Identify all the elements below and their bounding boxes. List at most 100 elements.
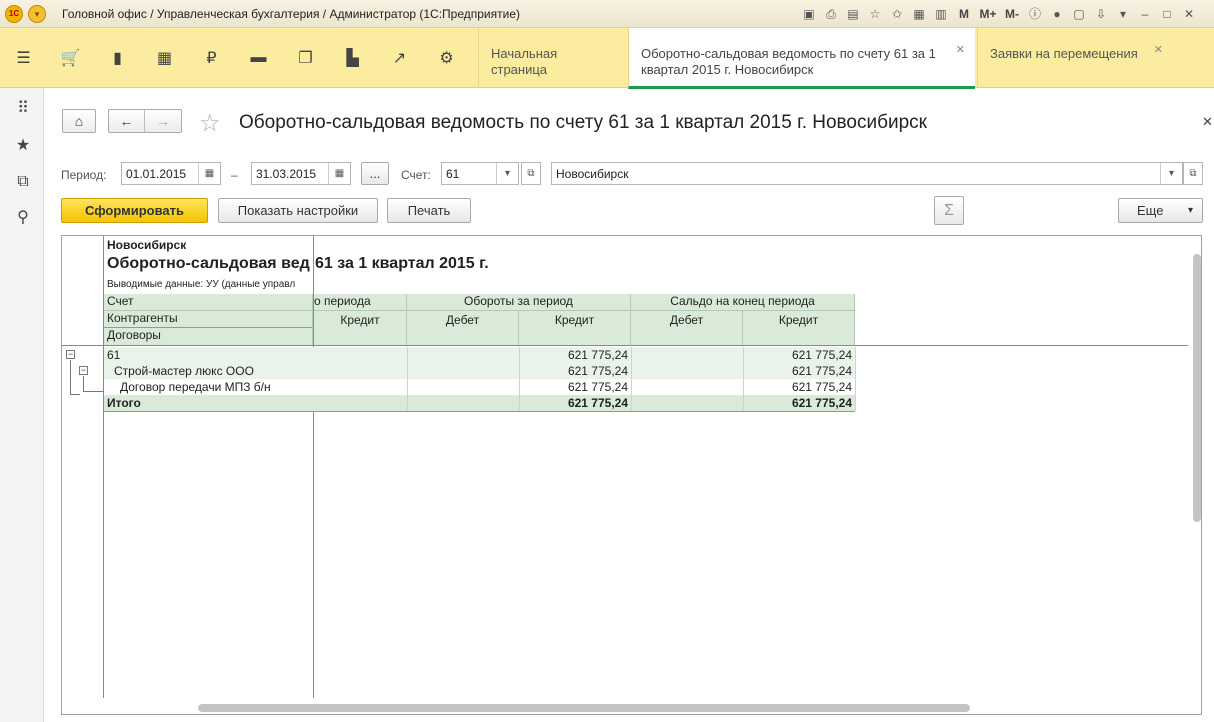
open-account-icon[interactable]: ⧉: [521, 162, 541, 185]
account-value: 61: [446, 167, 460, 181]
organization-value: Новосибирск: [556, 167, 629, 181]
chevron-down-icon[interactable]: ▾: [496, 163, 518, 184]
period-to-input[interactable]: 31.03.2015 ▦: [251, 162, 351, 185]
report-title-right: 61 за 1 квартал 2015 г.: [315, 255, 489, 272]
chevron-down-icon[interactable]: ▾: [1160, 163, 1182, 184]
trend-icon[interactable]: ↗: [376, 33, 423, 83]
1c-logo-icon[interactable]: 1С: [5, 5, 23, 23]
memory-icon[interactable]: M: [954, 5, 974, 23]
header-turnover-credit: Кредит: [519, 311, 631, 346]
account-label: Счет:: [401, 168, 431, 182]
horizontal-scroll-thumb[interactable]: [198, 704, 970, 712]
favorites-icon[interactable]: ✩: [888, 5, 906, 23]
apps-grid-icon[interactable]: ⠿: [12, 98, 34, 120]
ruble-icon[interactable]: ₽: [188, 33, 235, 83]
row-contractor-end-credit[interactable]: 621 775,24: [743, 364, 855, 378]
sections-panel: ☰ 🛒 ▮ ▦ ₽ ▬ ❐ ▙ ↗ ⚙: [0, 28, 478, 88]
close-form-icon[interactable]: ✕: [1202, 114, 1213, 130]
row-contractor-turnover-credit[interactable]: 621 775,24: [519, 364, 631, 378]
documents-icon[interactable]: ❐: [282, 33, 329, 83]
tab-turnover-report[interactable]: Оборотно-сальдовая ведомость по счету 61…: [628, 28, 975, 89]
favorite-star-icon[interactable]: ☆: [199, 109, 221, 138]
tree-line: [70, 394, 80, 395]
maximize-icon[interactable]: □: [1158, 5, 1176, 23]
vertical-scroll-thumb[interactable]: [1193, 254, 1201, 522]
show-settings-button[interactable]: Показать настройки: [218, 198, 378, 223]
open-organization-icon[interactable]: ⧉: [1183, 162, 1203, 185]
search-icon[interactable]: ⚲: [12, 207, 34, 229]
row-account-turnover-credit[interactable]: 621 775,24: [519, 348, 631, 362]
save-icon[interactable]: ▣: [800, 5, 818, 23]
menu-icon[interactable]: ☰: [0, 33, 47, 83]
tab-label: Заявки на перемещения: [990, 46, 1138, 61]
print-icon[interactable]: ⎙: [822, 5, 840, 23]
period-from-input[interactable]: 01.01.2015 ▦: [121, 162, 221, 185]
calendar-icon[interactable]: ▥: [932, 5, 950, 23]
memory-subtract-icon[interactable]: M-: [1002, 5, 1022, 23]
row-account-label[interactable]: 61: [107, 348, 120, 362]
header-end-credit: Кредит: [743, 311, 855, 346]
organization-input[interactable]: Новосибирск ▾: [551, 162, 1183, 185]
header-end-balance: Сальдо на конец периода: [631, 294, 855, 311]
collapse-group-icon[interactable]: −: [79, 366, 88, 375]
period-from-value: 01.01.2015: [126, 167, 187, 181]
back-arrow-icon[interactable]: ←: [109, 110, 145, 132]
preview-icon[interactable]: ▤: [844, 5, 862, 23]
tree-line: [70, 360, 71, 394]
print-button[interactable]: Печать: [387, 198, 471, 223]
report-org: Новосибирск: [107, 238, 187, 252]
row-contract-turnover-credit[interactable]: 621 775,24: [519, 380, 631, 394]
truck-icon[interactable]: ▬: [235, 33, 282, 83]
grid-line: [631, 347, 632, 411]
close-tab-icon[interactable]: ✕: [956, 42, 965, 58]
calculator-icon[interactable]: ▦: [910, 5, 928, 23]
frozen-rows-separator: [62, 345, 1188, 346]
calendar-icon[interactable]: ▦: [198, 163, 220, 184]
favorites-star-icon[interactable]: ★: [12, 135, 34, 157]
home-button[interactable]: ⌂: [62, 109, 96, 133]
report-spreadsheet[interactable]: Новосибирск Оборотно-сальдовая вед 61 за…: [61, 235, 1202, 715]
add-favorite-icon[interactable]: ☆: [866, 5, 884, 23]
period-select-button[interactable]: ...: [361, 162, 389, 185]
calendar-icon[interactable]: ▦: [328, 163, 350, 184]
more-dropdown-icon[interactable]: ▾: [1114, 5, 1132, 23]
row-total-turnover-credit[interactable]: 621 775,24: [519, 396, 631, 410]
generate-button[interactable]: Сформировать: [61, 198, 208, 223]
cart-icon[interactable]: 🛒: [47, 33, 94, 83]
collapse-group-icon[interactable]: −: [66, 350, 75, 359]
header-contractors: Контрагенты: [104, 311, 313, 328]
vertical-scrollbar[interactable]: [1190, 236, 1201, 698]
row-contract-label[interactable]: Договор передачи МПЗ б/н: [120, 380, 271, 394]
tab-home[interactable]: Начальная страница: [478, 28, 628, 88]
close-tab-icon[interactable]: ✕: [1154, 42, 1163, 58]
record-icon[interactable]: ●: [1048, 5, 1066, 23]
row-total-label[interactable]: Итого: [107, 396, 141, 410]
more-button[interactable]: Еще ▾: [1118, 198, 1203, 223]
info-icon[interactable]: ⓘ: [1026, 5, 1044, 23]
main-menu-dropdown-icon[interactable]: ▾: [28, 5, 46, 23]
minimize-icon[interactable]: –: [1136, 5, 1154, 23]
left-panel: ⠿ ★ ⧉ ⚲: [0, 88, 44, 722]
close-window-icon[interactable]: ✕: [1180, 5, 1198, 23]
window-layout-icon[interactable]: ▢: [1070, 5, 1088, 23]
row-contractor-label[interactable]: Строй-мастер люкс ООО: [114, 364, 254, 378]
row-contract-end-credit[interactable]: 621 775,24: [743, 380, 855, 394]
bag-icon[interactable]: ▮: [94, 33, 141, 83]
memory-add-icon[interactable]: M+: [978, 5, 998, 23]
horizontal-scrollbar[interactable]: [62, 698, 1190, 714]
bar-chart-icon[interactable]: ▙: [329, 33, 376, 83]
grid-line: [407, 347, 408, 411]
history-icon[interactable]: ⧉: [12, 171, 34, 193]
sum-button[interactable]: Σ: [934, 196, 964, 225]
row-account-end-credit[interactable]: 621 775,24: [743, 348, 855, 362]
row-total-end-credit[interactable]: 621 775,24: [743, 396, 855, 410]
tab-label: Оборотно-сальдовая ведомость по счету 61…: [641, 46, 936, 77]
gear-icon[interactable]: ⚙: [423, 33, 470, 83]
forward-arrow-icon[interactable]: →: [145, 110, 181, 132]
settings-icon[interactable]: ⇩: [1092, 5, 1110, 23]
grid-icon[interactable]: ▦: [141, 33, 188, 83]
header-turnover: Обороты за период: [407, 294, 631, 311]
tree-line: [83, 376, 84, 392]
account-input[interactable]: 61 ▾: [441, 162, 519, 185]
tab-transfer-requests[interactable]: Заявки на перемещения ✕: [977, 28, 1173, 88]
